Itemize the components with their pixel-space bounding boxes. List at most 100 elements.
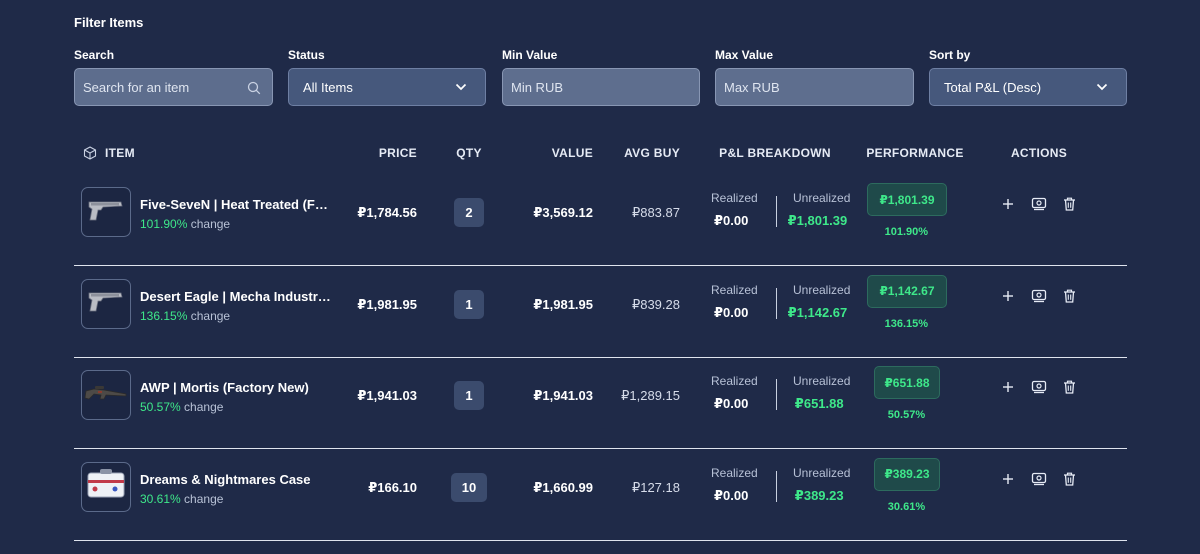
add-icon[interactable] [999, 195, 1017, 213]
item-price: ₽1,981.95 [357, 296, 417, 312]
realized-label: Realized [711, 374, 758, 388]
header-item[interactable]: ITEM [105, 146, 135, 160]
sort-filter: Sort by Total P&L (Desc) [929, 49, 1127, 106]
unrealized-value: ₽1,142.67 [787, 304, 848, 320]
item-avg-buy: ₽883.87 [631, 205, 680, 220]
delete-trash-icon[interactable] [1060, 195, 1078, 213]
sort-label: Sort by [929, 48, 971, 62]
pl-divider [776, 287, 777, 319]
chevron-down-icon [455, 83, 467, 91]
min-value-filter: Min Value [502, 49, 700, 106]
delete-trash-icon[interactable] [1060, 287, 1078, 305]
performance-badge: ₽1,801.39 [866, 183, 948, 216]
status-select[interactable]: All Items [288, 68, 486, 106]
performance-percent: 136.15% [884, 317, 929, 330]
item-change: 136.15% change [140, 309, 230, 323]
item-avg-buy: ₽127.18 [631, 479, 680, 495]
unrealized-value: ₽651.88 [794, 396, 844, 411]
item-thumbnail [81, 278, 131, 329]
sell-cash-icon[interactable] [1030, 470, 1048, 488]
sell-cash-icon[interactable] [1030, 195, 1048, 213]
realized-value: ₽0.00 [714, 213, 749, 228]
item-change-suffix: change [184, 491, 224, 506]
unrealized-label: Unrealized [793, 465, 851, 480]
min-value-input[interactable] [511, 79, 689, 95]
realized-label: Realized [711, 465, 758, 480]
delete-trash-icon[interactable] [1060, 378, 1078, 396]
item-thumbnail [81, 187, 131, 237]
item-change-percent: 50.57% [140, 400, 181, 414]
item-name[interactable]: Five-SeveN | Heat Treated (F… [140, 197, 340, 212]
realized-value: ₽0.00 [714, 487, 749, 503]
sort-select[interactable]: Total P&L (Desc) [929, 68, 1127, 106]
cube-icon [83, 146, 97, 160]
delete-trash-icon[interactable] [1060, 470, 1078, 488]
item-price: ₽1,784.56 [357, 205, 417, 220]
header-price[interactable]: PRICE [317, 146, 417, 160]
status-filter: Status All Items [288, 49, 486, 106]
item-price: ₽166.10 [368, 479, 417, 495]
item-name[interactable]: Dreams & Nightmares Case [140, 472, 340, 487]
header-performance[interactable]: PERFORMANCE [855, 146, 975, 160]
header-avg-buy[interactable]: AVG BUY [570, 146, 680, 160]
performance-badge: ₽1,142.67 [866, 274, 948, 308]
add-icon[interactable] [999, 287, 1017, 305]
sell-cash-icon[interactable] [1030, 287, 1048, 305]
item-change-suffix: change [190, 217, 231, 231]
pl-divider [776, 196, 777, 227]
search-input[interactable] [83, 79, 262, 95]
search-filter: Search [74, 49, 273, 106]
item-thumbnail [81, 370, 131, 420]
table-row[interactable]: Five-SeveN | Heat Treated (F… 101.90% ch… [74, 175, 1127, 266]
performance-badge: ₽389.23 [873, 457, 941, 491]
unrealized-value: ₽1,801.39 [787, 213, 848, 228]
header-actions: ACTIONS [1010, 146, 1068, 160]
performance-percent: 30.61% [887, 500, 926, 513]
search-icon [247, 81, 261, 95]
item-change-percent: 30.61% [140, 491, 181, 506]
status-label: Status [288, 48, 325, 62]
table-row[interactable]: Dreams & Nightmares Case 30.61% change ₽… [74, 450, 1127, 541]
pl-divider [776, 379, 777, 410]
add-icon[interactable] [999, 470, 1017, 488]
item-name[interactable]: Desert Eagle | Mecha Industr… [140, 289, 340, 304]
max-value-label: Max Value [715, 48, 774, 62]
max-value-filter: Max Value [715, 49, 914, 106]
performance-percent: 50.57% [887, 409, 926, 421]
item-change-suffix: change [190, 308, 231, 323]
header-pl-breakdown: P&L BREAKDOWN [719, 146, 831, 160]
table-row[interactable]: Desert Eagle | Mecha Industr… 136.15% ch… [74, 267, 1127, 358]
item-change-suffix: change [184, 400, 224, 414]
search-box[interactable] [74, 68, 273, 106]
filter-title: Filter Items [74, 15, 144, 30]
sort-select-value: Total P&L (Desc) [944, 79, 1042, 95]
pl-divider [776, 470, 777, 502]
realized-label: Realized [711, 191, 758, 205]
realized-label: Realized [711, 282, 758, 297]
item-price: ₽1,941.03 [357, 388, 417, 403]
status-select-value: All Items [303, 79, 353, 95]
item-change: 50.57% change [140, 400, 223, 414]
item-thumbnail [81, 461, 131, 512]
item-change: 30.61% change [140, 492, 223, 506]
item-change: 101.90% change [140, 217, 230, 231]
sell-cash-icon[interactable] [1030, 378, 1048, 396]
item-avg-buy: ₽1,289.15 [621, 388, 680, 403]
add-icon[interactable] [999, 378, 1017, 396]
case-icon [85, 467, 127, 506]
pistol-icon [86, 288, 126, 319]
min-value-label: Min Value [502, 48, 558, 62]
min-value-box[interactable] [502, 68, 700, 106]
item-name[interactable]: AWP | Mortis (Factory New) [140, 380, 340, 395]
performance-badge: ₽651.88 [873, 366, 941, 399]
max-value-input[interactable] [724, 79, 903, 95]
item-change-percent: 136.15% [140, 308, 188, 323]
realized-value: ₽0.00 [714, 396, 749, 411]
unrealized-label: Unrealized [793, 191, 851, 205]
realized-value: ₽0.00 [714, 304, 749, 320]
unrealized-label: Unrealized [793, 374, 851, 388]
performance-percent: 101.90% [884, 226, 929, 238]
item-change-percent: 101.90% [140, 217, 188, 231]
table-row[interactable]: AWP | Mortis (Factory New) 50.57% change… [74, 358, 1127, 449]
max-value-box[interactable] [715, 68, 914, 106]
